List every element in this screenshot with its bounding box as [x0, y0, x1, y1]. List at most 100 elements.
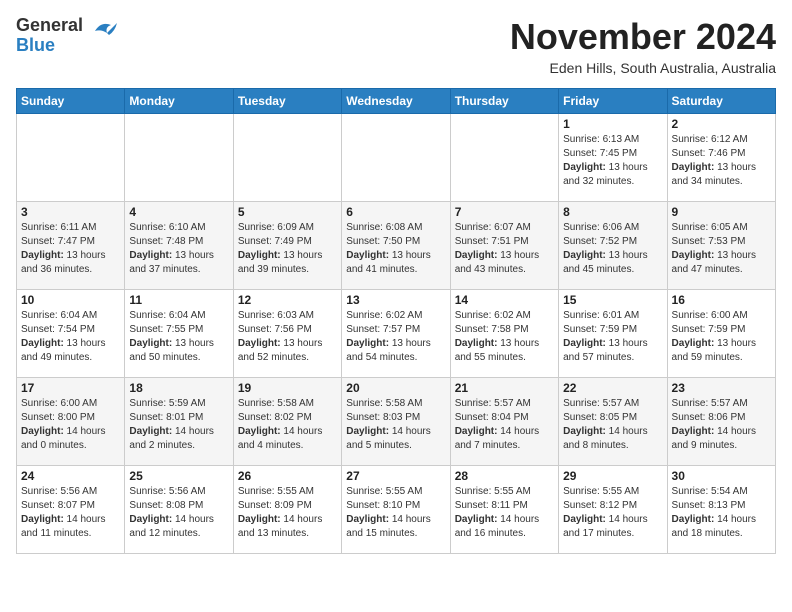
col-header-monday: Monday — [125, 89, 233, 114]
day-number: 15 — [563, 293, 662, 307]
calendar-cell: 16Sunrise: 6:00 AMSunset: 7:59 PMDayligh… — [667, 290, 775, 378]
day-number: 19 — [238, 381, 337, 395]
calendar-cell: 23 Sunrise: 5:57 AMSunset: 8:06 PMDayligh… — [667, 378, 775, 466]
calendar-cell: 29 Sunrise: 5:55 AMSunset: 8:12 PMDayligh… — [559, 466, 667, 554]
page-header: General Blue November 2024 Eden Hills, S… — [16, 16, 776, 76]
day-number: 8 — [563, 205, 662, 219]
calendar-cell — [342, 114, 450, 202]
day-number: 25 — [129, 469, 228, 483]
calendar-cell: 13 Sunrise: 6:02 AMSunset: 7:57 PMDayligh… — [342, 290, 450, 378]
calendar-cell: 24Sunrise: 5:56 AMSunset: 8:07 PMDayligh… — [17, 466, 125, 554]
calendar-week-row: 24Sunrise: 5:56 AMSunset: 8:07 PMDayligh… — [17, 466, 776, 554]
day-info: Sunrise: 5:57 AMSunset: 8:06 PMDaylight:… — [672, 397, 771, 453]
calendar-cell: 15Sunrise: 6:01 AMSunset: 7:59 PMDayligh… — [559, 290, 667, 378]
calendar-cell: 18Sunrise: 5:59 AMSunset: 8:01 PMDayligh… — [125, 378, 233, 466]
day-info: Sunrise: 5:57 AMSunset: 8:05 PMDaylight:… — [563, 397, 662, 453]
day-info: Sunrise: 6:04 AMSunset: 7:54 PMDaylight:… — [21, 309, 120, 365]
day-number: 4 — [129, 205, 228, 219]
day-number: 9 — [672, 205, 771, 219]
day-info: Sunrise: 6:11 AMSunset: 7:47 PMDaylight:… — [21, 221, 120, 277]
day-info: Sunrise: 5:55 AMSunset: 8:12 PMDaylight:… — [563, 485, 662, 541]
calendar-cell: 21 Sunrise: 5:57 AMSunset: 8:04 PMDayligh… — [450, 378, 558, 466]
day-info: Sunrise: 5:58 AMSunset: 8:03 PMDaylight:… — [346, 397, 445, 453]
day-info: Sunrise: 5:55 AMSunset: 8:10 PMDaylight:… — [346, 485, 445, 541]
day-number: 29 — [563, 469, 662, 483]
calendar-cell: 9 Sunrise: 6:05 AMSunset: 7:53 PMDaylight… — [667, 202, 775, 290]
calendar-cell — [17, 114, 125, 202]
calendar-week-row: 10 Sunrise: 6:04 AMSunset: 7:54 PMDayligh… — [17, 290, 776, 378]
day-number: 20 — [346, 381, 445, 395]
day-info: Sunrise: 6:04 AMSunset: 7:55 PMDaylight:… — [129, 309, 228, 365]
calendar-cell: 1 Sunrise: 6:13 AMSunset: 7:45 PMDaylight… — [559, 114, 667, 202]
calendar-cell: 12 Sunrise: 6:03 AMSunset: 7:56 PMDayligh… — [233, 290, 341, 378]
calendar-cell: 7 Sunrise: 6:07 AMSunset: 7:51 PMDaylight… — [450, 202, 558, 290]
calendar-cell: 30 Sunrise: 5:54 AMSunset: 8:13 PMDayligh… — [667, 466, 775, 554]
day-info: Sunrise: 6:03 AMSunset: 7:56 PMDaylight:… — [238, 309, 337, 365]
calendar-cell: 25Sunrise: 5:56 AMSunset: 8:08 PMDayligh… — [125, 466, 233, 554]
day-info: Sunrise: 6:06 AMSunset: 7:52 PMDaylight:… — [563, 221, 662, 277]
day-info: Sunrise: 6:00 AMSunset: 7:59 PMDaylight:… — [672, 309, 771, 365]
day-number: 1 — [563, 117, 662, 131]
day-info: Sunrise: 5:57 AMSunset: 8:04 PMDaylight:… — [455, 397, 554, 453]
day-number: 11 — [129, 293, 228, 307]
col-header-wednesday: Wednesday — [342, 89, 450, 114]
day-info: Sunrise: 5:54 AMSunset: 8:13 PMDaylight:… — [672, 485, 771, 541]
calendar-cell: 10 Sunrise: 6:04 AMSunset: 7:54 PMDayligh… — [17, 290, 125, 378]
day-number: 6 — [346, 205, 445, 219]
day-info: Sunrise: 6:02 AMSunset: 7:57 PMDaylight:… — [346, 309, 445, 365]
logo-blue-text: Blue — [16, 36, 83, 56]
calendar-cell — [450, 114, 558, 202]
day-info: Sunrise: 6:13 AMSunset: 7:45 PMDaylight:… — [563, 133, 662, 189]
calendar-cell: 26Sunrise: 5:55 AMSunset: 8:09 PMDayligh… — [233, 466, 341, 554]
calendar-week-row: 1 Sunrise: 6:13 AMSunset: 7:45 PMDaylight… — [17, 114, 776, 202]
day-info: Sunrise: 6:09 AMSunset: 7:49 PMDaylight:… — [238, 221, 337, 277]
day-info: Sunrise: 5:58 AMSunset: 8:02 PMDaylight:… — [238, 397, 337, 453]
calendar-cell: 4Sunrise: 6:10 AMSunset: 7:48 PMDaylight… — [125, 202, 233, 290]
calendar-header-row: SundayMondayTuesdayWednesdayThursdayFrid… — [17, 89, 776, 114]
day-number: 14 — [455, 293, 554, 307]
calendar-cell: 6 Sunrise: 6:08 AMSunset: 7:50 PMDaylight… — [342, 202, 450, 290]
calendar-cell: 27 Sunrise: 5:55 AMSunset: 8:10 PMDayligh… — [342, 466, 450, 554]
day-number: 5 — [238, 205, 337, 219]
day-number: 12 — [238, 293, 337, 307]
calendar-week-row: 17 Sunrise: 6:00 AMSunset: 8:00 PMDayligh… — [17, 378, 776, 466]
logo-general-text: General — [16, 16, 83, 36]
day-info: Sunrise: 6:12 AMSunset: 7:46 PMDaylight:… — [672, 133, 771, 189]
day-info: Sunrise: 6:07 AMSunset: 7:51 PMDaylight:… — [455, 221, 554, 277]
calendar-cell: 17 Sunrise: 6:00 AMSunset: 8:00 PMDayligh… — [17, 378, 125, 466]
col-header-friday: Friday — [559, 89, 667, 114]
calendar-cell: 8 Sunrise: 6:06 AMSunset: 7:52 PMDaylight… — [559, 202, 667, 290]
location-title: Eden Hills, South Australia, Australia — [510, 60, 776, 76]
day-number: 21 — [455, 381, 554, 395]
month-title: November 2024 — [510, 16, 776, 58]
day-info: Sunrise: 6:00 AMSunset: 8:00 PMDaylight:… — [21, 397, 120, 453]
calendar-table: SundayMondayTuesdayWednesdayThursdayFrid… — [16, 88, 776, 554]
day-number: 7 — [455, 205, 554, 219]
calendar-cell: 20 Sunrise: 5:58 AMSunset: 8:03 PMDayligh… — [342, 378, 450, 466]
day-number: 24 — [21, 469, 120, 483]
calendar-cell — [125, 114, 233, 202]
day-number: 17 — [21, 381, 120, 395]
day-number: 22 — [563, 381, 662, 395]
day-number: 30 — [672, 469, 771, 483]
title-block: November 2024 Eden Hills, South Australi… — [510, 16, 776, 76]
calendar-cell: 3 Sunrise: 6:11 AMSunset: 7:47 PMDaylight… — [17, 202, 125, 290]
col-header-thursday: Thursday — [450, 89, 558, 114]
day-number: 3 — [21, 205, 120, 219]
day-number: 18 — [129, 381, 228, 395]
calendar-cell: 2Sunrise: 6:12 AMSunset: 7:46 PMDaylight… — [667, 114, 775, 202]
day-info: Sunrise: 6:05 AMSunset: 7:53 PMDaylight:… — [672, 221, 771, 277]
calendar-cell: 22 Sunrise: 5:57 AMSunset: 8:05 PMDayligh… — [559, 378, 667, 466]
day-number: 13 — [346, 293, 445, 307]
day-number: 10 — [21, 293, 120, 307]
day-number: 23 — [672, 381, 771, 395]
calendar-cell: 28Sunrise: 5:55 AMSunset: 8:11 PMDayligh… — [450, 466, 558, 554]
calendar-cell — [233, 114, 341, 202]
logo: General Blue — [16, 16, 119, 56]
day-info: Sunrise: 6:02 AMSunset: 7:58 PMDaylight:… — [455, 309, 554, 365]
day-number: 27 — [346, 469, 445, 483]
col-header-tuesday: Tuesday — [233, 89, 341, 114]
day-number: 26 — [238, 469, 337, 483]
day-info: Sunrise: 6:08 AMSunset: 7:50 PMDaylight:… — [346, 221, 445, 277]
day-number: 28 — [455, 469, 554, 483]
